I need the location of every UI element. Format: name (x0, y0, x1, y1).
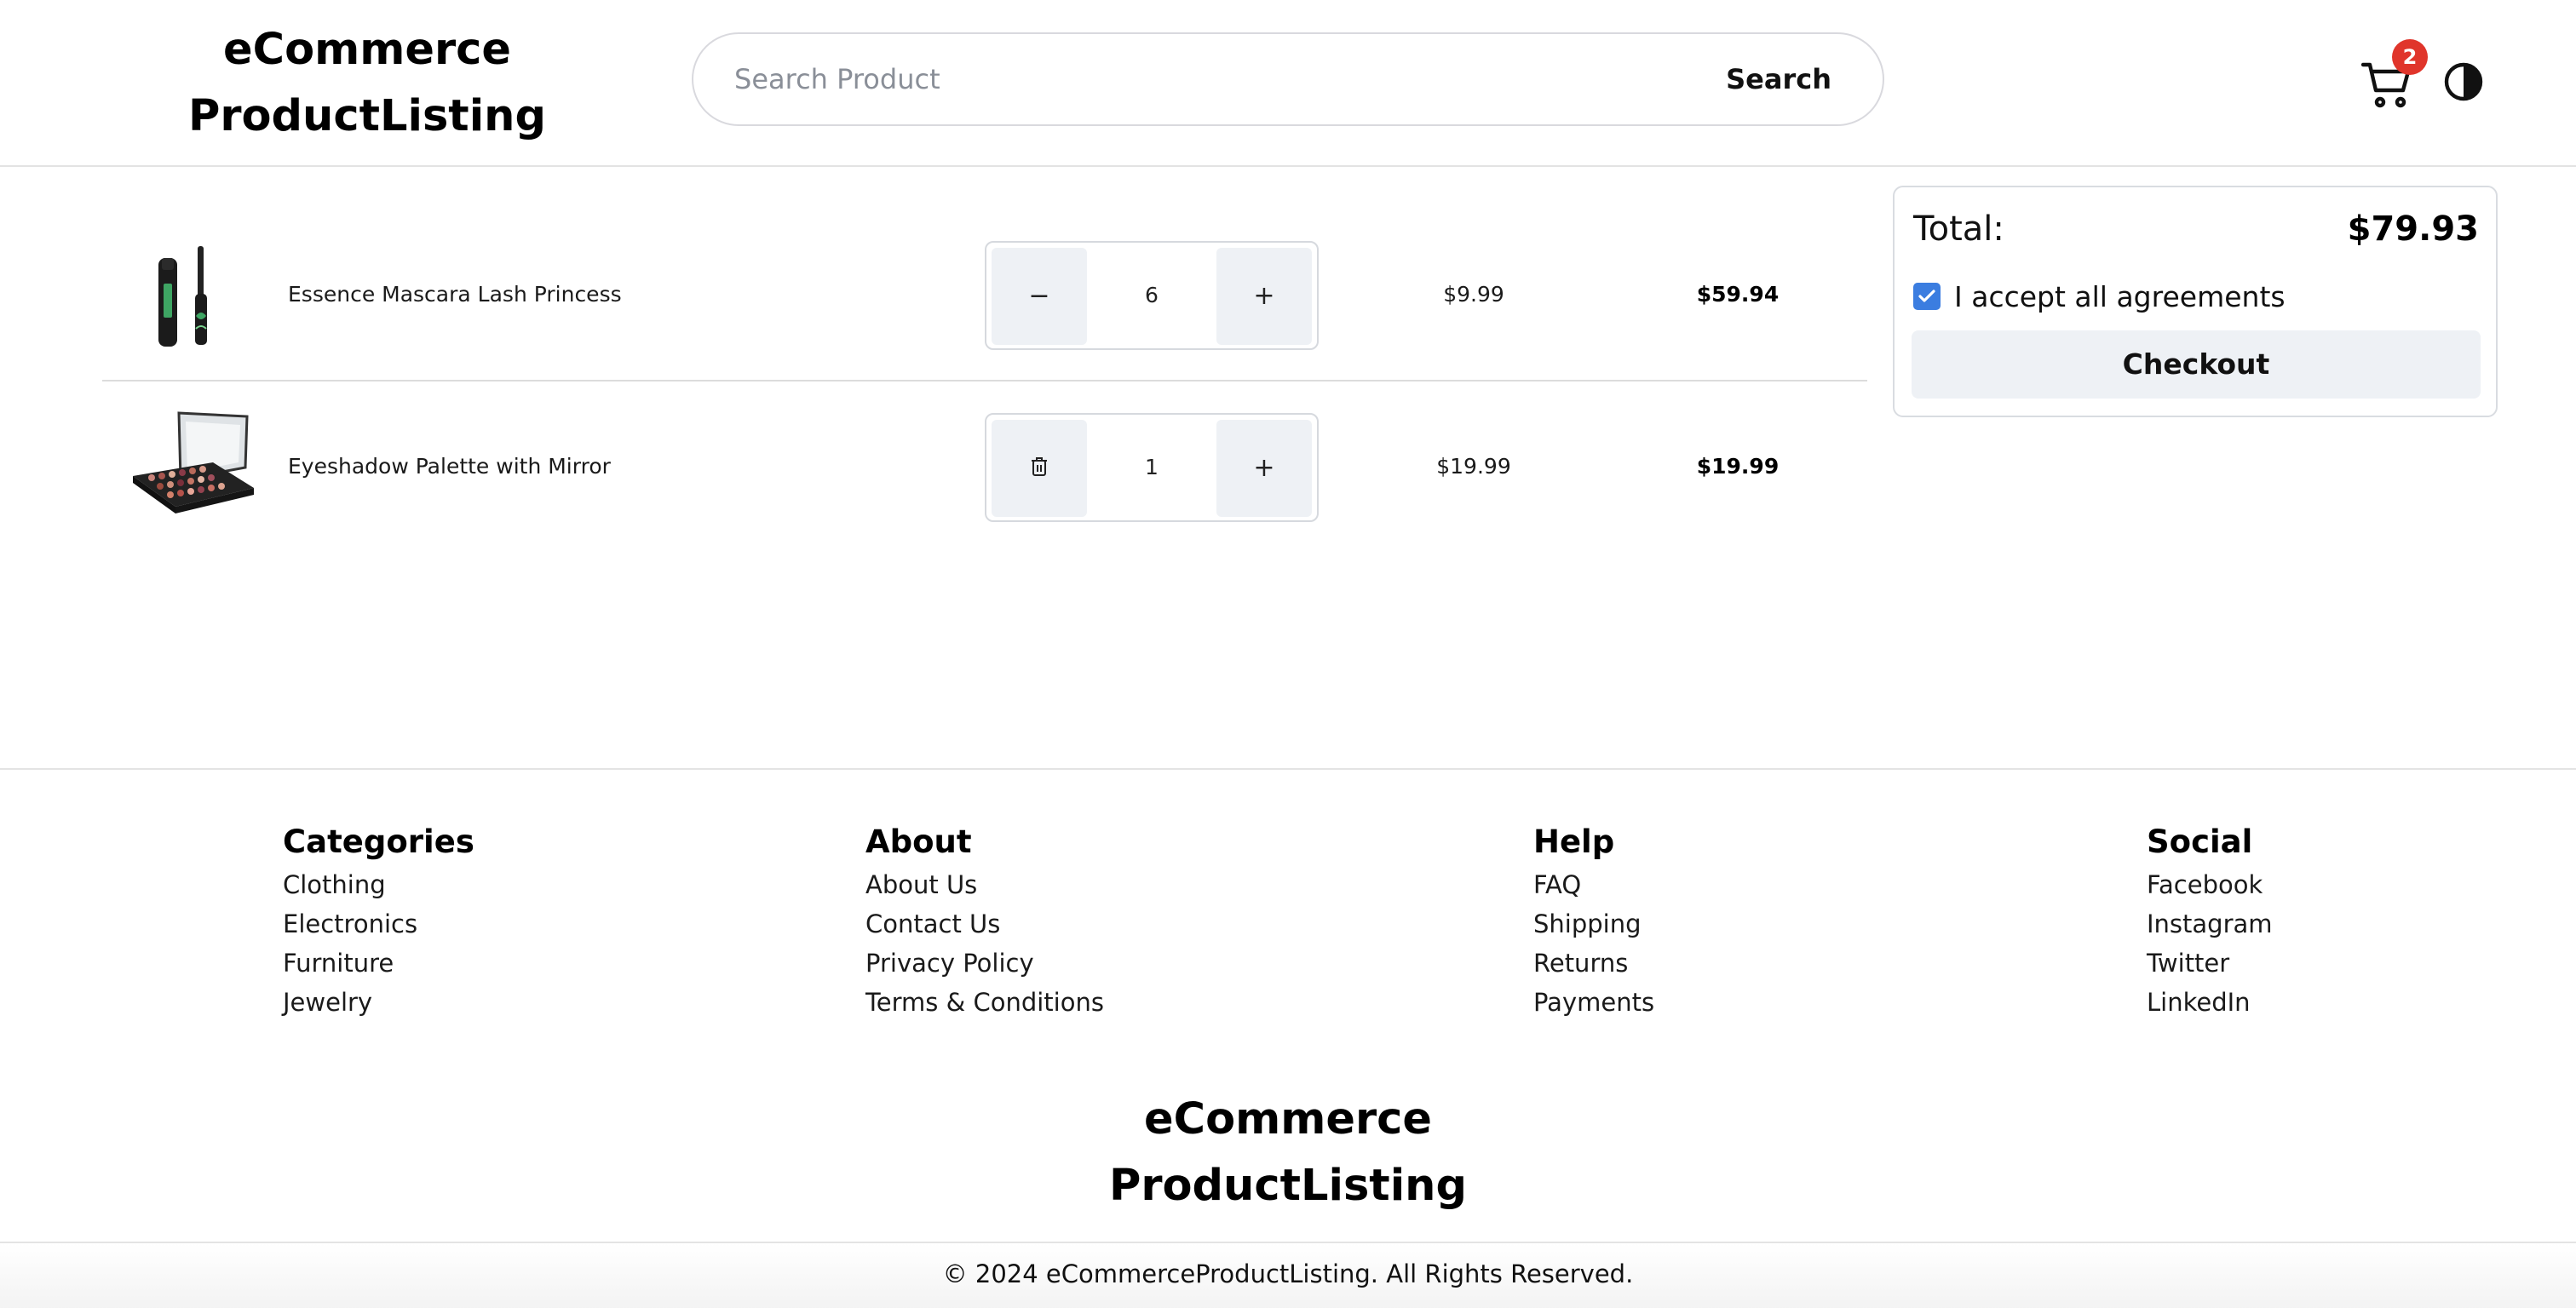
order-summary: Total: $79.93 I accept all agreements Ch… (1893, 186, 2498, 417)
footer-link[interactable]: Facebook (2147, 865, 2273, 904)
quantity-stepper: − 6 + (985, 241, 1319, 350)
cart-count-badge: 2 (2392, 39, 2428, 75)
footer-column-social: Social Facebook Instagram Twitter Linked… (2147, 819, 2273, 1022)
quantity-value: 1 (1145, 455, 1159, 479)
footer-link[interactable]: Terms & Conditions (865, 983, 1104, 1022)
increment-button[interactable]: + (1216, 248, 1312, 345)
footer-link[interactable]: Jewelry (283, 983, 474, 1022)
site-header: eCommerce ProductListing Search 2 (0, 0, 2576, 167)
unit-price: $19.99 (1436, 454, 1511, 479)
product-name[interactable]: Eyeshadow Palette with Mirror (288, 382, 611, 552)
footer-link[interactable]: Clothing (283, 865, 474, 904)
trash-icon (1030, 421, 1049, 518)
agreement-label[interactable]: I accept all agreements (1954, 280, 2286, 313)
remove-item-button[interactable] (992, 420, 1087, 517)
line-total: $19.99 (1696, 454, 1780, 479)
footer-link[interactable]: Payments (1533, 983, 1654, 1022)
search-button[interactable]: Search (1726, 34, 1831, 124)
footer-link[interactable]: Furniture (283, 944, 474, 983)
cart-row: Eyeshadow Palette with Mirror 1 + $19.99… (102, 382, 1867, 552)
total-label: Total: (1913, 209, 2004, 249)
footer-link[interactable]: Contact Us (865, 904, 1104, 944)
search-bar: Search (692, 32, 1884, 126)
decrement-button[interactable]: − (992, 248, 1087, 345)
footer-column-title: About (865, 823, 972, 860)
footer-column-categories: Categories Clothing Electronics Furnitur… (283, 819, 474, 1022)
footer-column-title: Help (1533, 823, 1615, 860)
product-thumbnail-mascara[interactable] (128, 231, 256, 359)
copyright-text: © 2024 eCommerceProductListing. All Righ… (0, 1242, 2576, 1308)
footer-column-title: Categories (283, 823, 474, 860)
footer-link[interactable]: LinkedIn (2147, 983, 2273, 1022)
site-footer: Categories Clothing Electronics Furnitur… (0, 768, 2576, 1308)
unit-price: $9.99 (1443, 282, 1504, 307)
footer-link[interactable]: Shipping (1533, 904, 1654, 944)
search-input[interactable] (734, 34, 1629, 124)
brand-logo[interactable]: eCommerce ProductListing (170, 17, 564, 150)
cart-row: Essence Mascara Lash Princess − 6 + $9.9… (102, 209, 1867, 382)
total-value: $79.93 (2347, 209, 2479, 249)
footer-link[interactable]: Twitter (2147, 944, 2273, 983)
footer-column-title: Social (2147, 823, 2253, 860)
footer-link[interactable]: Returns (1533, 944, 1654, 983)
footer-column-help: Help FAQ Shipping Returns Payments (1533, 819, 1654, 1022)
footer-link[interactable]: FAQ (1533, 865, 1654, 904)
agreement-row: I accept all agreements (1913, 279, 2286, 313)
product-name[interactable]: Essence Mascara Lash Princess (288, 209, 622, 380)
increment-button[interactable]: + (1216, 420, 1312, 517)
theme-toggle-icon[interactable] (2443, 61, 2484, 102)
quantity-value: 6 (1145, 283, 1159, 307)
quantity-stepper: 1 + (985, 413, 1319, 522)
footer-column-about: About About Us Contact Us Privacy Policy… (865, 819, 1104, 1022)
checkout-button[interactable]: Checkout (1912, 330, 2481, 399)
agreement-checkbox[interactable] (1913, 283, 1941, 310)
footer-link[interactable]: About Us (865, 865, 1104, 904)
footer-link[interactable]: Instagram (2147, 904, 2273, 944)
footer-link[interactable]: Electronics (283, 904, 474, 944)
line-total: $59.94 (1696, 282, 1780, 307)
footer-link[interactable]: Privacy Policy (865, 944, 1104, 983)
footer-brand[interactable]: eCommerce ProductListing (1032, 1087, 1544, 1219)
product-thumbnail-eyeshadow[interactable] (128, 403, 256, 531)
